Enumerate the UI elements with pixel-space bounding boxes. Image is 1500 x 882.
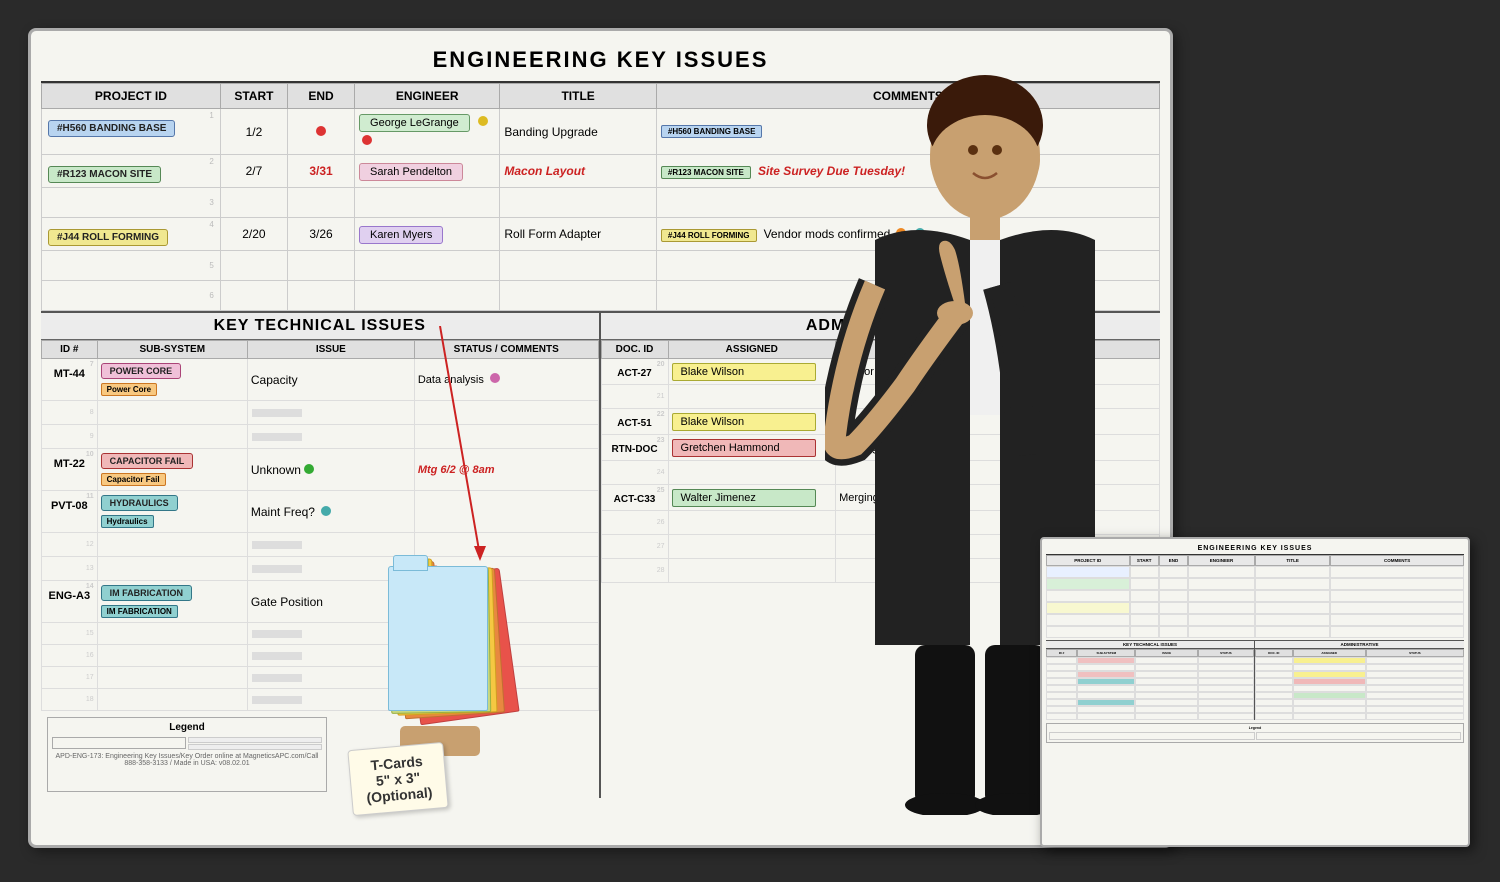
mini-board: ENGINEERING KEY ISSUES PROJECT ID START … [1040,537,1470,847]
kt-row-mt44: 7 MT-44 POWER CORE Power Core Capacity D… [42,359,599,401]
subsystem-tag-powercore: POWER CORE [101,363,182,379]
issue-pvt08: Maint Freq? [247,491,414,533]
end-2: 3/31 [287,155,354,188]
subsystem-small-tag-powercore: Power Core [101,383,157,396]
project-tag-j44: #J44 ROLL FORMING [48,229,168,246]
assigned-actc33: Walter Jimenez [668,485,836,511]
assigned-rtndoc: Gretchen Hammond [668,435,836,461]
title-1: Banding Upgrade [500,109,657,155]
issue-mt22: Unknown [247,449,414,491]
end-1 [287,109,354,155]
col-header-title: TITLE [500,84,657,109]
kt-row-12: 12 [42,533,599,557]
assigned-act51: Blake Wilson [668,409,836,435]
engineer-2: Sarah Pendelton [355,155,500,188]
engineer-tag-sarah: Sarah Pendelton [359,163,463,181]
kt-col-id: ID # [42,341,98,359]
kt-col-subsystem: SUB-SYSTEM [97,341,247,359]
engineer-tag-george: George LeGrange [359,114,470,132]
subsystem-small-tag-imfab: IM FABRICATION [101,605,178,618]
mini-board-title: ENGINEERING KEY ISSUES [1046,543,1464,555]
start-1: 1/2 [220,109,287,155]
adm-col-assigned: ASSIGNED [668,341,836,359]
subsystem-tag-imfab: IM FABRICATION [101,585,192,601]
col-header-start: START [220,84,287,109]
end-4: 3/26 [287,218,354,251]
engineer-4: Karen Myers [355,218,500,251]
start-2: 2/7 [220,155,287,188]
status-mt44: Data analysis [414,359,598,401]
project-tag-h560: #H560 BANDING BASE [48,120,175,137]
legend-box: Legend APD-ENG-173: Engineering Key Issu… [47,717,327,792]
kt-row-pvt08: 11 PVT-08 HYDRAULICS Hydraulics Maint Fr… [42,491,599,533]
kt-col-issue: ISSUE [247,341,414,359]
start-4: 2/20 [220,218,287,251]
subsystem-tag-hydraulics: HYDRAULICS [101,495,178,511]
col-header-engineer: ENGINEER [355,84,500,109]
col-header-end: END [287,84,354,109]
scene: ENGINEERING KEY ISSUES PROJECT ID START … [0,0,1500,882]
status-mt22: Mtg 6/2 @ 8am [414,449,598,491]
engineer-tag-karen: Karen Myers [359,226,443,244]
kt-row-8: 8 [42,401,599,425]
adm-col-docid: DOC. ID [601,341,668,359]
project-tag-r123: #R123 MACON SITE [48,166,161,183]
tcards-label: T-Cards5" x 3"(Optional) [347,742,448,816]
title-2: Macon Layout [500,155,657,188]
col-header-project-id: PROJECT ID [42,84,221,109]
kt-section-title: KEY TECHNICAL ISSUES [41,313,599,340]
kt-col-status: STATUS / COMMENTS [414,341,598,359]
assigned-act27: Blake Wilson [668,359,836,385]
status-pvt08 [414,491,598,533]
kt-row-9: 9 [42,425,599,449]
tcards-annotation: T-Cards5" x 3"(Optional) [340,566,560,812]
legend-title: Legend [52,722,322,733]
engineer-1: George LeGrange [355,109,500,155]
subsystem-tag-capacitorfail: CAPACITOR FAIL [101,453,194,469]
issue-mt44: Capacity [247,359,414,401]
title-4: Roll Form Adapter [500,218,657,251]
subsystem-small-tag-hydraulics: Hydraulics [101,515,154,528]
subsystem-small-tag-capfail: Capacitor Fail [101,473,166,486]
kt-row-mt22: 10 MT-22 CAPACITOR FAIL Capacitor Fail U… [42,449,599,491]
